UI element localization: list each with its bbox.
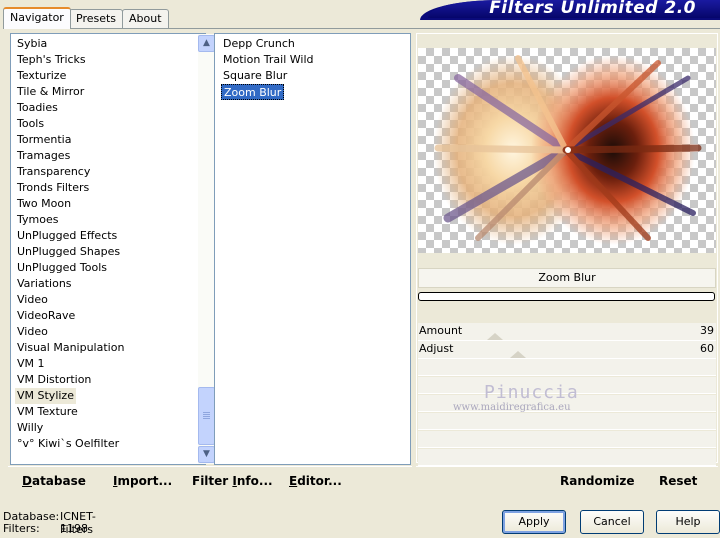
category-item[interactable]: Visual Manipulation xyxy=(15,340,126,356)
filter-list[interactable]: Depp Crunch Motion Trail Wild Square Blur Z… xyxy=(214,33,411,465)
category-item[interactable]: Sybia xyxy=(15,36,49,52)
filter-info-button[interactable]: Filter Info... xyxy=(192,474,273,488)
filter-item[interactable]: Zoom Blur xyxy=(221,84,285,100)
preview-image xyxy=(418,48,716,253)
category-item[interactable]: Texturize xyxy=(15,68,68,84)
category-item[interactable]: Tools xyxy=(15,116,46,132)
category-item[interactable]: UnPlugged Tools xyxy=(15,260,109,276)
tab-about[interactable]: About xyxy=(122,9,169,28)
filter-item[interactable]: Square Blur xyxy=(221,68,289,84)
watermark-name: Pinuccia xyxy=(484,382,579,403)
category-item[interactable]: Variations xyxy=(15,276,74,292)
import-button[interactable]: Import... xyxy=(113,474,172,488)
help-button[interactable]: Help xyxy=(656,510,720,534)
category-item[interactable]: Tile & Mirror xyxy=(15,84,86,100)
param-amount[interactable]: Amount 39 xyxy=(418,323,716,341)
category-item[interactable]: Willy xyxy=(15,420,45,436)
category-item[interactable]: Two Moon xyxy=(15,196,73,212)
filter-item[interactable]: Motion Trail Wild xyxy=(221,52,316,68)
category-item[interactable]: UnPlugged Shapes xyxy=(15,244,122,260)
param-adjust[interactable]: Adjust 60 xyxy=(418,341,716,359)
category-item[interactable]: Tormentia xyxy=(15,132,73,148)
category-item[interactable]: VideoRave xyxy=(15,308,77,324)
scroll-thumb[interactable] xyxy=(198,387,215,445)
category-item[interactable]: Teph's Tricks xyxy=(15,52,88,68)
preview-filter-name: Zoom Blur xyxy=(418,268,716,288)
param-amount-value: 39 xyxy=(700,324,714,337)
category-list[interactable]: Sybia Teph's Tricks Texturize Tile & Mirror… xyxy=(10,33,215,465)
param-adjust-label: Adjust xyxy=(419,342,454,355)
category-item[interactable]: VM Texture xyxy=(15,404,80,420)
category-item[interactable]: Toadies xyxy=(15,100,60,116)
status-filters: Filters: 1198 xyxy=(3,522,88,535)
param-adjust-value: 60 xyxy=(700,342,714,355)
category-item[interactable]: Video xyxy=(15,324,50,340)
randomize-button[interactable]: Randomize xyxy=(560,474,634,488)
editor-button[interactable]: Editor... xyxy=(289,474,342,488)
param-slot-empty xyxy=(418,431,716,448)
category-item[interactable]: VM Stylize xyxy=(15,388,76,404)
category-item[interactable]: Tymoes xyxy=(15,212,60,228)
param-adjust-slider-thumb[interactable] xyxy=(510,351,526,358)
category-item[interactable]: Video xyxy=(15,292,50,308)
tab-navigator[interactable]: Navigator xyxy=(3,7,71,29)
category-item[interactable]: UnPlugged Effects xyxy=(15,228,119,244)
param-slot-empty xyxy=(418,359,716,376)
category-item[interactable]: VM Distortion xyxy=(15,372,93,388)
title-banner: Filters Unlimited 2.0 xyxy=(420,0,720,20)
param-slot-empty xyxy=(418,413,716,430)
category-item[interactable]: Tramages xyxy=(15,148,72,164)
watermark-site: www.maidiregrafica.eu xyxy=(453,402,571,413)
param-amount-label: Amount xyxy=(419,324,463,337)
category-scrollbar[interactable]: ▲ ▼ xyxy=(198,34,215,464)
database-button[interactable]: Database xyxy=(22,474,86,488)
category-item[interactable]: Tronds Filters xyxy=(15,180,91,196)
cancel-button[interactable]: Cancel xyxy=(580,510,644,534)
tab-presets[interactable]: Presets xyxy=(69,9,124,28)
reset-button[interactable]: Reset xyxy=(659,474,697,488)
param-slot-empty xyxy=(418,449,716,466)
banner-title: Filters Unlimited 2.0 xyxy=(489,0,696,18)
filter-item[interactable]: Depp Crunch xyxy=(221,36,297,52)
category-item[interactable]: VM 1 xyxy=(15,356,47,372)
category-item[interactable]: Transparency xyxy=(15,164,92,180)
scroll-up-icon[interactable]: ▲ xyxy=(198,35,215,52)
apply-button[interactable]: Apply xyxy=(502,510,566,534)
scroll-down-icon[interactable]: ▼ xyxy=(198,446,215,463)
category-item[interactable]: °v° Kiwi`s Oelfilter xyxy=(15,436,121,452)
param-amount-slider-thumb[interactable] xyxy=(487,333,503,340)
render-progress-bar xyxy=(418,292,715,301)
